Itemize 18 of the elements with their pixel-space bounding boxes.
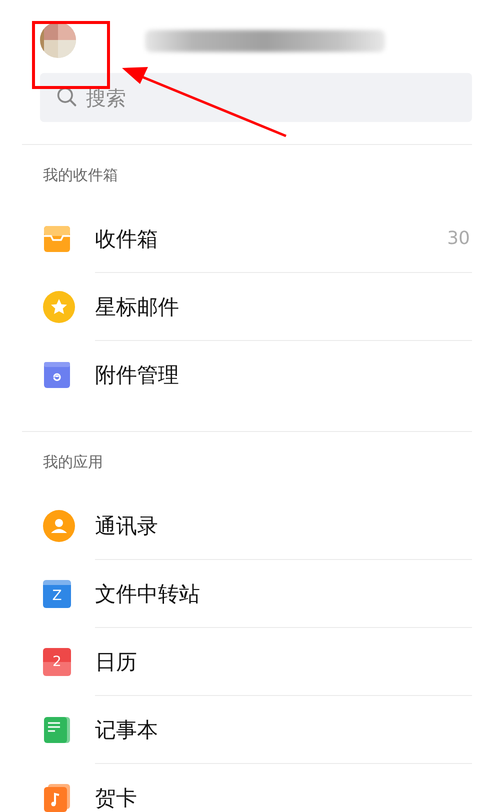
- menu-item[interactable]: 星标邮件: [0, 273, 472, 341]
- menu-item[interactable]: 附件管理: [0, 341, 472, 409]
- section-header: 我的应用: [42, 452, 104, 472]
- person-icon: [43, 510, 75, 542]
- menu-item[interactable]: 2 日历: [0, 628, 472, 696]
- search-field[interactable]: 搜索: [40, 73, 472, 122]
- section-header: 我的收件箱: [42, 165, 119, 185]
- notepad-icon: [43, 716, 71, 744]
- menu-item[interactable]: 记事本: [0, 696, 472, 764]
- menu-item[interactable]: Z 文件中转站: [0, 560, 472, 628]
- unread-count: 30: [447, 228, 470, 249]
- inbox-tray-icon: [43, 225, 71, 253]
- menu-item[interactable]: 贺卡: [0, 764, 472, 812]
- folder-icon: Z: [43, 580, 71, 608]
- attachment-icon: [43, 361, 71, 389]
- calendar-icon: 2: [43, 648, 71, 676]
- menu-item[interactable]: 通讯录: [0, 492, 472, 560]
- menu-item[interactable]: 收件箱 30: [0, 205, 472, 273]
